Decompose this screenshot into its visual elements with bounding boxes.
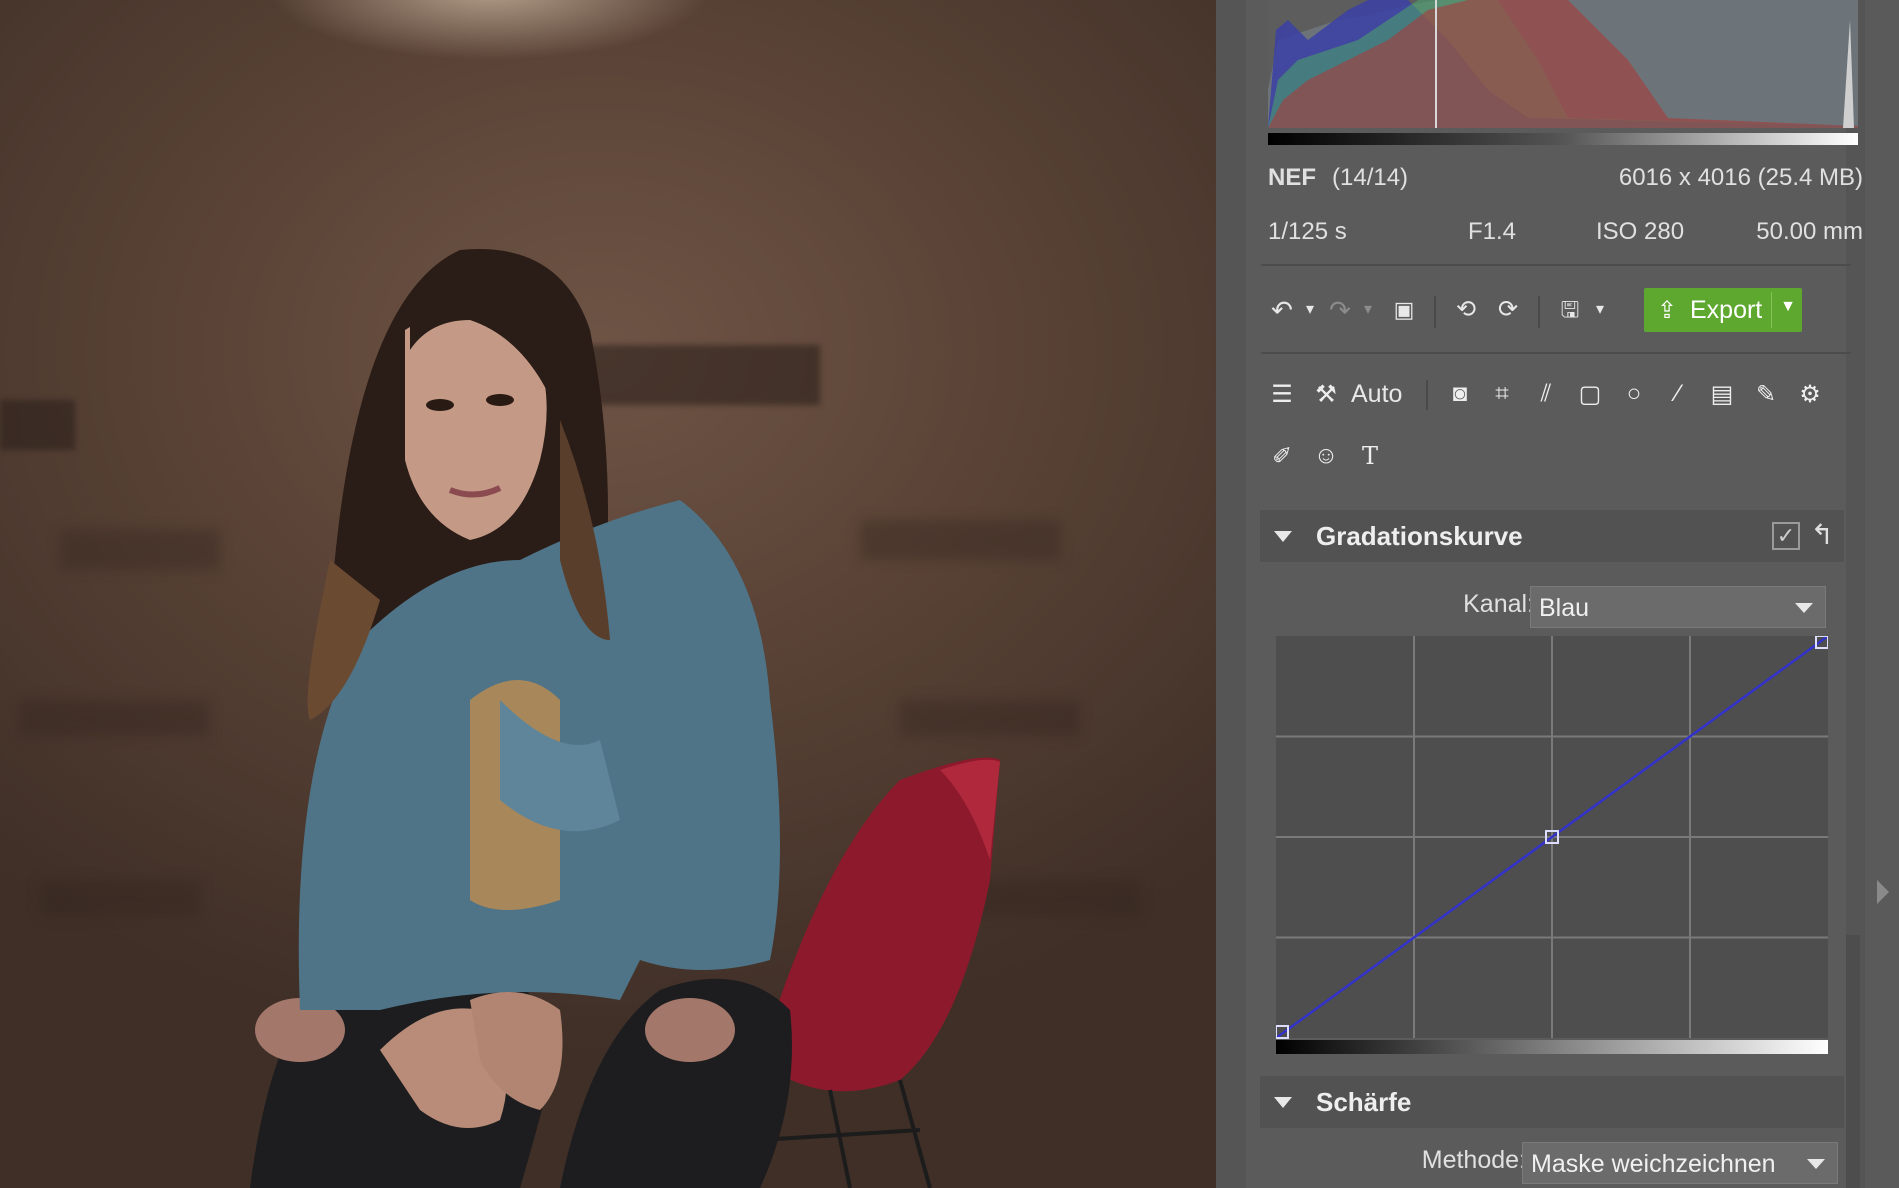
exif-aperture: F1.4 [1468, 218, 1517, 245]
method-label: Methode: [1421, 1146, 1526, 1174]
auto-button[interactable]: Auto [1351, 380, 1402, 409]
photo-preview[interactable] [0, 0, 1216, 1188]
magic-wand-icon[interactable]: ⚒ [1308, 376, 1344, 412]
toolbar-divider [1538, 296, 1540, 328]
redo-icon[interactable]: ↷ [1322, 292, 1358, 328]
frame-icon[interactable]: ▢ [1572, 376, 1608, 412]
settings-icon[interactable]: ⚙ [1792, 376, 1828, 412]
export-divider [1771, 292, 1772, 328]
brush-icon[interactable]: ⁄ [1660, 376, 1696, 412]
panel-scrollbar[interactable] [1846, 935, 1860, 1188]
crop-icon[interactable]: ⌗ [1484, 376, 1520, 412]
portrait-figure [250, 249, 1000, 1188]
sharpen-title: Schärfe [1316, 1086, 1412, 1117]
exif-iso: ISO 280 [1596, 218, 1685, 245]
collapse-triangle-icon[interactable] [1274, 530, 1292, 542]
curves-section-header[interactable]: Gradationskurve ✓ ↰ [1260, 510, 1844, 562]
file-dimensions: 6016 x 4016 (25.4 MB) [1618, 164, 1863, 191]
save-dropdown-icon[interactable]: ▾ [1590, 292, 1610, 328]
develop-panel: NEF (14/14) 6016 x 4016 (25.4 MB) 1/125 … [1216, 0, 1899, 1188]
eraser-icon[interactable]: ✐ [1264, 438, 1300, 474]
export-button[interactable]: ⇪ Export ▼ [1644, 288, 1802, 332]
curve-editor[interactable] [1276, 636, 1828, 1056]
sharpen-section-header[interactable]: Schärfe [1260, 1076, 1844, 1128]
channel-label: Kanal: [1463, 590, 1534, 618]
camera-icon[interactable]: ◙ [1442, 376, 1478, 412]
chevron-down-icon [1795, 603, 1813, 613]
file-format: NEF [1268, 164, 1316, 191]
redo-dropdown-icon[interactable]: ▾ [1358, 292, 1378, 328]
gradient-filter-icon[interactable]: ▤ [1704, 376, 1740, 412]
method-value: Maske weichzeichnen [1531, 1150, 1776, 1178]
radial-filter-icon[interactable]: ○ [1616, 376, 1652, 412]
curve-graph[interactable] [1276, 636, 1828, 1056]
save-icon[interactable]: 🖫 [1552, 292, 1588, 328]
method-select[interactable]: Maske weichzeichnen [1522, 1142, 1838, 1184]
face-icon[interactable]: ☺ [1308, 438, 1344, 474]
undo-dropdown-icon[interactable]: ▾ [1300, 292, 1320, 328]
reset-icon[interactable]: ↰ [1811, 518, 1834, 551]
compare-image-icon[interactable]: ▣ [1386, 292, 1422, 328]
histogram [1268, 0, 1858, 128]
rotate-right-icon[interactable]: ⟳ [1490, 292, 1526, 328]
collapse-triangle-icon[interactable] [1274, 1096, 1292, 1108]
enable-checkbox[interactable]: ✓ [1772, 522, 1800, 550]
channel-select[interactable]: Blau [1530, 586, 1826, 628]
curves-title: Gradationskurve [1316, 520, 1523, 551]
channel-value: Blau [1539, 594, 1590, 622]
histogram-gradient [1268, 133, 1858, 145]
text-icon[interactable]: T [1352, 438, 1388, 474]
toolbar-divider [1426, 380, 1428, 410]
panel-edge [1865, 0, 1899, 1188]
rotate-left-icon[interactable]: ⟲ [1448, 292, 1484, 328]
export-icon: ⇪ [1656, 296, 1678, 324]
expand-panel-icon[interactable] [1877, 880, 1889, 904]
undo-icon[interactable]: ↶ [1264, 292, 1300, 328]
adjustments-icon[interactable]: ☰ [1264, 376, 1300, 412]
perspective-icon[interactable]: ⫽ [1528, 376, 1564, 412]
export-label: Export [1690, 295, 1763, 324]
chevron-down-icon [1807, 1159, 1825, 1169]
exif-shutter: 1/125 s [1268, 218, 1347, 245]
file-index: (14/14) [1332, 164, 1409, 191]
divider [1261, 352, 1851, 354]
divider [1261, 264, 1851, 266]
export-dropdown-icon[interactable]: ▼ [1780, 298, 1796, 316]
healing-icon[interactable]: ✎ [1748, 376, 1784, 412]
toolbar-divider [1434, 296, 1436, 328]
exif-focal-length: 50.00 mm [1756, 218, 1863, 245]
